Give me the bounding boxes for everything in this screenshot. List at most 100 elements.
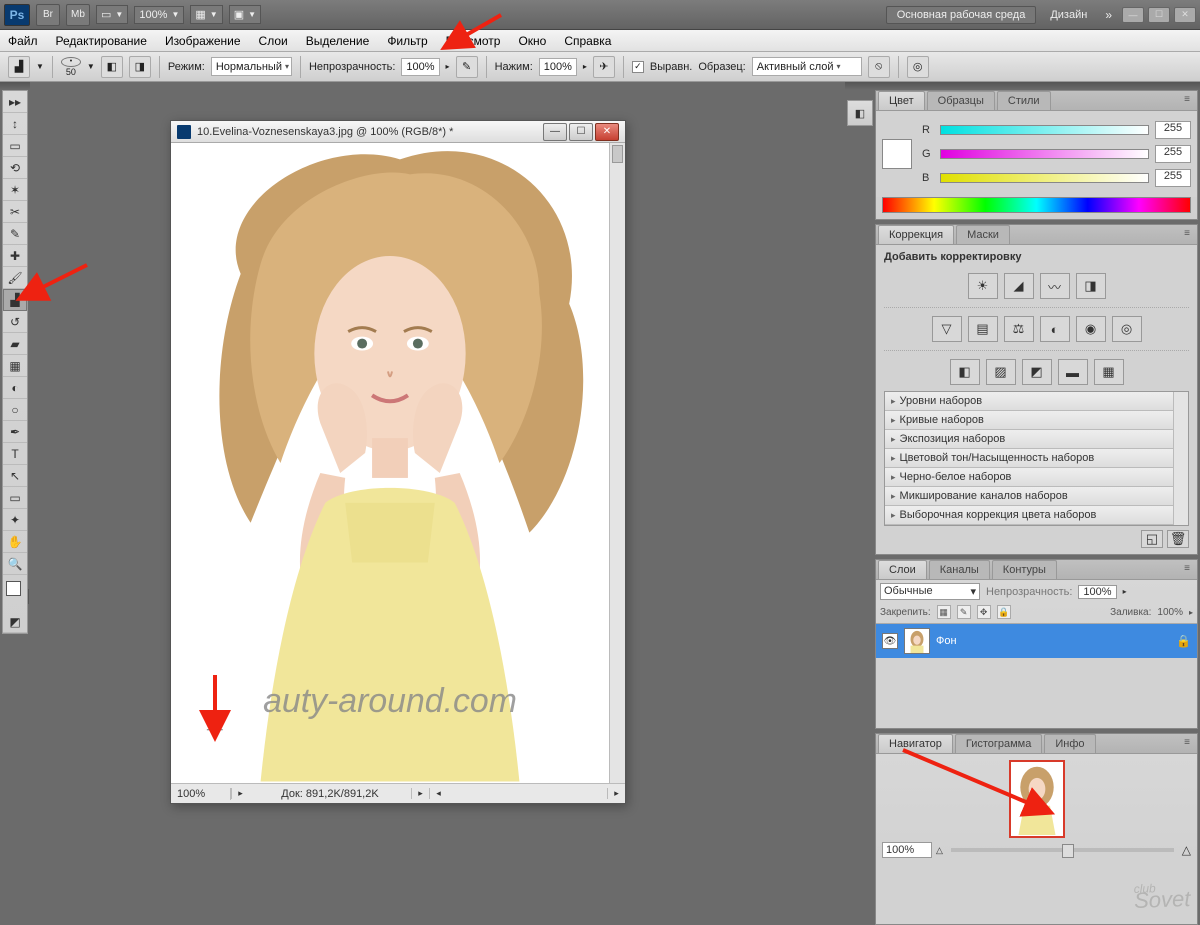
document-titlebar[interactable]: 10.Evelina-Voznesenskaya3.jpg @ 100% (RG… — [171, 121, 625, 143]
workspace-more-icon[interactable]: » — [1101, 8, 1116, 22]
clone-source-icon[interactable]: ◨ — [129, 56, 151, 78]
r-value[interactable]: 255 — [1155, 121, 1191, 139]
clone-stamp-icon[interactable]: ▟ — [8, 56, 30, 78]
workspace-essentials[interactable]: Основная рабочая среда — [886, 6, 1037, 24]
preset-item[interactable]: Цветовой тон/Насыщенность наборов — [885, 449, 1173, 468]
r-slider[interactable] — [940, 125, 1149, 135]
minibridge-icon[interactable]: Mb — [66, 4, 90, 26]
menu-select[interactable]: Выделение — [306, 34, 370, 48]
tab-styles[interactable]: Стили — [997, 91, 1051, 110]
bridge-icon[interactable]: Br — [36, 4, 60, 26]
flow-field[interactable]: 100% — [539, 58, 577, 76]
doc-minimize-button[interactable]: — — [543, 123, 567, 141]
healing-tool-icon[interactable]: ✚ — [3, 245, 27, 267]
color-swatch[interactable] — [882, 139, 912, 169]
lock-transparent-icon[interactable]: ▦ — [937, 605, 951, 619]
preset-item[interactable]: Черно-белое наборов — [885, 468, 1173, 487]
dodge-tool-icon[interactable]: ○ — [3, 399, 27, 421]
gradientmap-icon[interactable]: ▬ — [1058, 359, 1088, 385]
menu-file[interactable]: Файл — [8, 34, 38, 48]
tab-correction[interactable]: Коррекция — [878, 225, 954, 244]
tablet-size-icon[interactable]: ◎ — [907, 56, 929, 78]
levels-icon[interactable]: ◢ — [1004, 273, 1034, 299]
layer-visibility-icon[interactable]: 👁 — [882, 633, 898, 649]
tab-paths[interactable]: Контуры — [992, 560, 1057, 579]
lock-position-icon[interactable]: ✥ — [977, 605, 991, 619]
menu-help[interactable]: Справка — [564, 34, 611, 48]
foreground-color-swatch[interactable] — [6, 581, 21, 596]
preset-item[interactable]: Уровни наборов — [885, 392, 1173, 411]
clone-stamp-tool-icon[interactable]: ▟ — [3, 289, 27, 311]
screen-mode-dropdown[interactable]: ▭ ▼ — [96, 5, 128, 24]
eyedropper-tool-icon[interactable]: ✎ — [3, 223, 27, 245]
tab-info[interactable]: Инфо — [1044, 734, 1095, 753]
blend-mode-select[interactable]: Обычные▾ — [880, 583, 980, 600]
nav-panel-menu-icon[interactable]: ≡ — [1180, 737, 1194, 751]
menu-layers[interactable]: Слои — [259, 34, 288, 48]
marquee-tool-icon[interactable]: ▭ — [3, 135, 27, 157]
g-slider[interactable] — [940, 149, 1149, 159]
tab-swatches[interactable]: Образцы — [927, 91, 995, 110]
brush-preview-icon[interactable]: • — [61, 57, 81, 67]
adjust-panel-menu-icon[interactable]: ≡ — [1180, 228, 1194, 242]
document-canvas[interactable]: auty-around.com — [171, 143, 609, 783]
app-minimize-icon[interactable]: — — [1122, 7, 1144, 23]
history-brush-tool-icon[interactable]: ↺ — [3, 311, 27, 333]
path-select-tool-icon[interactable]: ↖ — [3, 465, 27, 487]
doc-zoom-field[interactable]: 100% — [171, 788, 231, 800]
zoom-dropdown[interactable]: 100% ▼ — [134, 6, 184, 24]
zoom-tool-icon[interactable]: 🔍 — [3, 553, 27, 575]
b-slider[interactable] — [940, 173, 1149, 183]
menu-image[interactable]: Изображение — [165, 34, 241, 48]
fill-field[interactable]: 100% — [1157, 607, 1183, 618]
brush-tool-icon[interactable]: 🖌 — [3, 267, 27, 289]
hand-tool-icon[interactable]: ✋ — [3, 531, 27, 553]
document-vscroll[interactable] — [609, 143, 625, 783]
tab-color[interactable]: Цвет — [878, 91, 925, 110]
opacity-tri-icon[interactable]: ▸ — [446, 62, 450, 71]
workspace-design[interactable]: Дизайн — [1042, 9, 1095, 21]
invert-icon[interactable]: ◧ — [950, 359, 980, 385]
preset-scrollbar[interactable] — [1173, 392, 1188, 525]
layers-panel-menu-icon[interactable]: ≡ — [1180, 563, 1194, 577]
exposure-icon[interactable]: ◨ — [1076, 273, 1106, 299]
expand-tools-icon[interactable]: ▸▸ — [3, 91, 27, 113]
threshold-icon[interactable]: ◩ — [1022, 359, 1052, 385]
airbrush-icon[interactable]: ✈ — [593, 56, 615, 78]
move-tool-icon[interactable]: ↕ — [3, 113, 27, 135]
lock-all-icon[interactable]: 🔒 — [997, 605, 1011, 619]
brightness-icon[interactable]: ☀ — [968, 273, 998, 299]
tablet-opacity-icon[interactable]: ✎ — [456, 56, 478, 78]
doc-status-tri-icon[interactable]: ▸ — [231, 788, 249, 799]
color-spectrum[interactable] — [882, 197, 1191, 213]
nav-zoom-field[interactable]: 100% — [882, 842, 932, 858]
curves-icon[interactable]: 〰 — [1040, 273, 1070, 299]
brush-preset-tri-icon[interactable]: ▼ — [87, 62, 95, 71]
blend-mode-dropdown[interactable]: Нормальный▾ — [211, 57, 292, 76]
tool-preset-tri-icon[interactable]: ▼ — [36, 62, 44, 71]
hue-icon[interactable]: ▤ — [968, 316, 998, 342]
crop-tool-icon[interactable]: ✂ — [3, 201, 27, 223]
doc-status-play-icon[interactable]: ▸ — [411, 788, 429, 799]
lasso-tool-icon[interactable]: ⟲ — [3, 157, 27, 179]
brush-panel-icon[interactable]: ◧ — [101, 56, 123, 78]
quickmask-icon[interactable]: ◩ — [3, 611, 27, 633]
tab-channels[interactable]: Каналы — [929, 560, 990, 579]
preset-item[interactable]: Микширование каналов наборов — [885, 487, 1173, 506]
app-maximize-icon[interactable]: ☐ — [1148, 7, 1170, 23]
blur-tool-icon[interactable]: ◐ — [3, 377, 27, 399]
doc-close-button[interactable]: ✕ — [595, 123, 619, 141]
preset-item[interactable]: Экспозиция наборов — [885, 430, 1173, 449]
tab-masks[interactable]: Маски — [956, 225, 1010, 244]
screenmode2-dropdown[interactable]: ▣ ▼ — [229, 5, 261, 24]
arrange-documents-dropdown[interactable]: ▦ ▼ — [190, 5, 222, 24]
layer-opacity-field[interactable]: 100% — [1078, 585, 1116, 599]
menu-edit[interactable]: Редактирование — [56, 34, 147, 48]
lock-pixels-icon[interactable]: ✎ — [957, 605, 971, 619]
collapsed-panel-icon[interactable]: ◧ — [847, 100, 873, 126]
doc-hscroll-left-icon[interactable]: ◂ — [429, 788, 447, 799]
posterize-icon[interactable]: ▨ — [986, 359, 1016, 385]
ignore-adjust-icon[interactable]: ⦸ — [868, 56, 890, 78]
bw-icon[interactable]: ◐ — [1040, 316, 1070, 342]
doc-maximize-button[interactable]: ☐ — [569, 123, 593, 141]
